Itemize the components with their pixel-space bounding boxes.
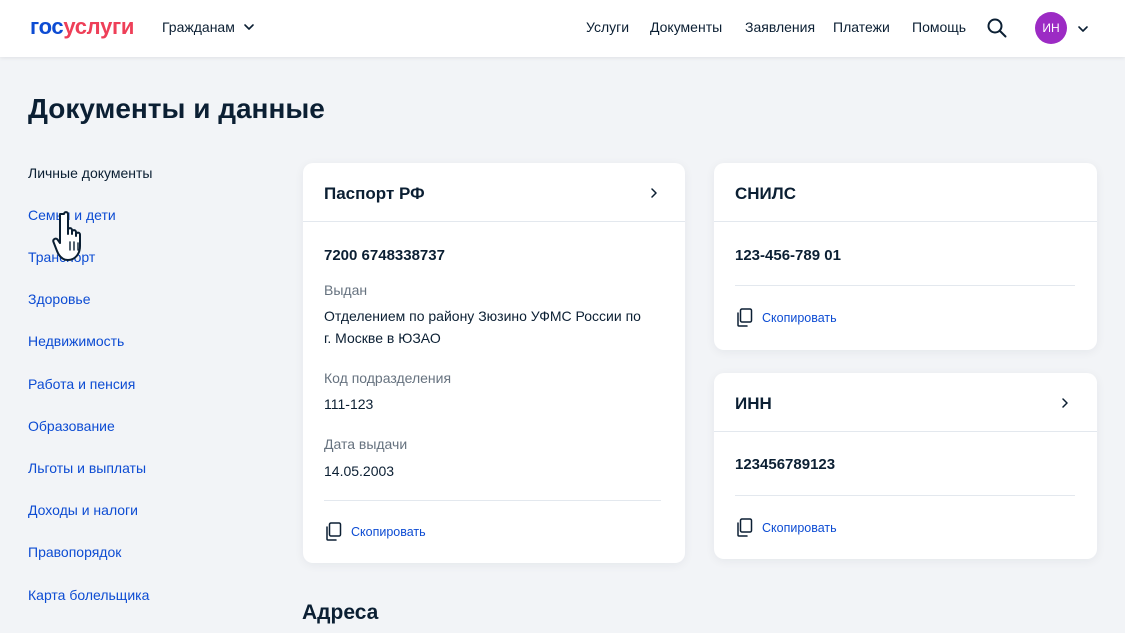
passport-title[interactable]: Паспорт РФ (324, 184, 425, 204)
avatar-initials: ИН (1042, 21, 1060, 35)
logo-text-part2: услуги (63, 14, 135, 39)
code-label: Код подразделения (324, 370, 452, 386)
divider (714, 431, 1097, 432)
copy-icon (737, 518, 753, 537)
snils-title: СНИЛС (735, 184, 796, 203)
copy-label: Скопировать (351, 524, 426, 539)
passport-copy-button[interactable]: Скопировать (324, 522, 426, 541)
passport-card: Паспорт РФ 7200 6748338737 Выдан Отделен… (303, 163, 685, 563)
divider (735, 495, 1075, 496)
sidebar-item-fan-card[interactable]: Карта болельщика (28, 587, 149, 603)
chevron-down-icon[interactable] (1077, 23, 1089, 35)
sidebar-item-education[interactable]: Образование (28, 418, 115, 434)
page-title: Документы и данные (28, 93, 325, 124)
copy-icon (326, 522, 342, 541)
top-header: госуслуги Гражданам Услуги Документы Зая… (0, 0, 1125, 57)
snils-number: 123-456-789 01 (735, 247, 841, 264)
inn-title[interactable]: ИНН (735, 394, 772, 414)
chevron-right-icon[interactable] (649, 188, 659, 198)
sidebar-item-law[interactable]: Правопорядок (28, 544, 121, 560)
date-label: Дата выдачи (324, 436, 408, 452)
issued-line2: г. Москве в ЮЗАО (324, 330, 441, 346)
logo-text-part1: гос (30, 14, 64, 39)
divider (735, 285, 1075, 286)
passport-number: 7200 6748338737 (324, 247, 445, 264)
copy-label: Скопировать (762, 520, 837, 535)
code-value: 111-123 (324, 396, 374, 412)
inn-card: ИНН 123456789123 Скопировать (714, 373, 1097, 559)
sidebar-item-real-estate[interactable]: Недвижимость (28, 333, 124, 349)
inn-copy-button[interactable]: Скопировать (735, 518, 837, 537)
chevron-down-icon (244, 24, 254, 30)
sidebar-item-work-pension[interactable]: Работа и пенсия (28, 376, 135, 392)
divider (303, 221, 685, 222)
divider (324, 500, 661, 501)
issued-line1: Отделением по району Зюзино УФМС России … (324, 308, 641, 324)
gosuslugi-logo[interactable]: госуслуги (30, 14, 134, 40)
inn-number: 123456789123 (735, 456, 836, 473)
avatar[interactable]: ИН (1035, 12, 1067, 44)
snils-card: СНИЛС 123-456-789 01 Скопировать (714, 163, 1097, 350)
issued-label: Выдан (324, 282, 368, 298)
search-icon[interactable] (986, 17, 1008, 39)
sidebar-item-personal-documents[interactable]: Личные документы (28, 165, 152, 181)
copy-icon (737, 308, 753, 327)
hand-pointer-cursor-icon (52, 211, 81, 261)
copy-label: Скопировать (762, 310, 837, 325)
nav-help[interactable]: Помощь (912, 19, 966, 35)
sidebar-item-income-taxes[interactable]: Доходы и налоги (28, 502, 138, 518)
snils-copy-button[interactable]: Скопировать (735, 308, 837, 327)
nav-documents[interactable]: Документы (650, 19, 722, 35)
chevron-right-icon[interactable] (1060, 398, 1070, 408)
sidebar-item-health[interactable]: Здоровье (28, 291, 91, 307)
audience-dropdown[interactable]: Гражданам (162, 19, 255, 35)
sidebar-item-benefits[interactable]: Льготы и выплаты (28, 460, 146, 476)
audience-label: Гражданам (162, 19, 235, 35)
nav-applications[interactable]: Заявления (745, 19, 815, 35)
addresses-section-title: Адреса (302, 601, 379, 624)
nav-services[interactable]: Услуги (586, 19, 629, 35)
divider (714, 221, 1097, 222)
nav-payments[interactable]: Платежи (833, 19, 890, 35)
date-value: 14.05.2003 (324, 463, 395, 479)
